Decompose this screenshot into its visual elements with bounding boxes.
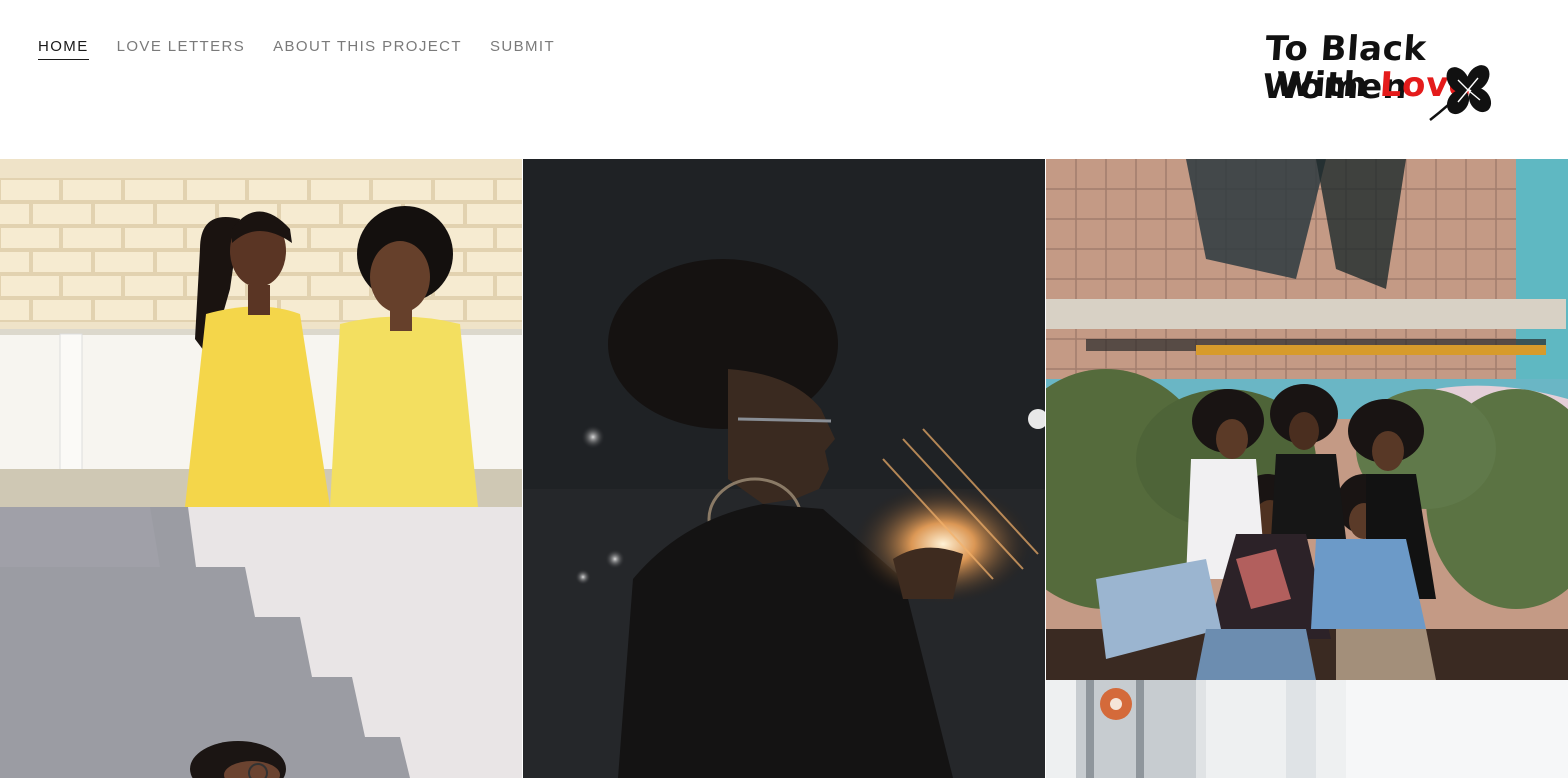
woman-glowing-lights-night-photo <box>523 159 1045 778</box>
logo-line-2-prefix: With <box>1274 65 1382 105</box>
gallery-image-building[interactable] <box>1046 680 1568 778</box>
gallery-image-stair-shadow[interactable] <box>0 507 522 778</box>
two-girls-yellow-dresses-photo <box>0 159 522 507</box>
gallery-image-group-mural[interactable] <box>1046 159 1568 680</box>
group-of-women-mural-photo <box>1046 159 1568 680</box>
gallery-image-two-girls[interactable] <box>0 159 522 507</box>
woman-staircase-shadow-photo <box>0 507 522 778</box>
main-nav: HOME LOVE LETTERS ABOUT THIS PROJECT SUB… <box>38 38 555 60</box>
nav-submit-link[interactable]: SUBMIT <box>490 38 555 60</box>
gallery-image-glowing-lights[interactable] <box>523 159 1045 778</box>
leaf-clover-icon <box>1429 65 1492 121</box>
nav-love-letters-link[interactable]: LOVE LETTERS <box>117 38 246 60</box>
building-window-photo <box>1046 680 1568 778</box>
site-header: HOME LOVE LETTERS ABOUT THIS PROJECT SUB… <box>0 0 1568 159</box>
nav-home-link[interactable]: HOME <box>38 38 89 60</box>
site-logo[interactable]: To Black Women With Love <box>1261 29 1534 126</box>
nav-about-link[interactable]: ABOUT THIS PROJECT <box>273 38 462 60</box>
